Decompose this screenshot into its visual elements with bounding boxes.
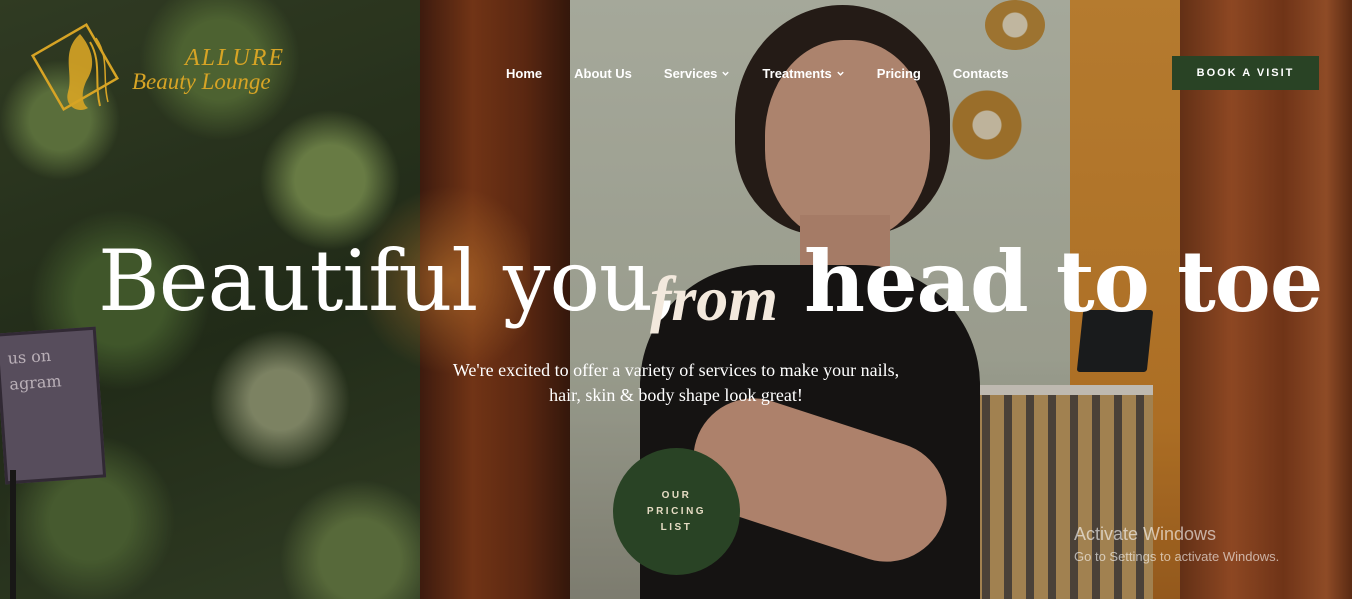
headline-part-1: Beautiful you,: [98, 232, 679, 330]
headline-script-word: from: [650, 263, 778, 334]
watermark-subtitle: Go to Settings to activate Windows.: [1074, 549, 1280, 564]
subtext-line-1: We're excited to offer a variety of serv…: [452, 360, 900, 380]
nav-label: Contacts: [952, 65, 1009, 81]
subtext-line-2: hair, skin & body shape look great!: [549, 385, 803, 405]
watermark-title: Activate Windows: [1074, 524, 1217, 544]
book-a-visit-button[interactable]: BOOK A VISIT: [1172, 56, 1319, 90]
logo-silhouette-icon: [30, 22, 120, 112]
brand-title: ALLURE: [185, 45, 286, 71]
nav-item-services[interactable]: Services: [664, 66, 731, 81]
nav-label: Services: [663, 65, 718, 81]
chevron-down-icon: [722, 71, 730, 76]
nav-label: Pricing: [876, 65, 921, 81]
pricing-list-button[interactable]: OUR PRICING LIST: [613, 448, 740, 575]
nav-item-about-us[interactable]: About Us: [574, 66, 632, 81]
nav-item-treatments[interactable]: Treatments: [762, 66, 844, 81]
chevron-down-icon: [837, 71, 844, 76]
nav-item-contacts[interactable]: Contacts: [953, 66, 1009, 81]
nav-item-pricing[interactable]: Pricing: [877, 66, 921, 81]
hero-subtext: We're excited to offer a variety of serv…: [426, 358, 926, 408]
windows-activation-watermark: Activate Windows Go to Settings to activ…: [1074, 524, 1279, 564]
pricing-list-label: OUR PRICING LIST: [646, 489, 707, 533]
hero-headline: Beautiful you, from head to toe: [98, 232, 1323, 342]
nav-label: Treatments: [762, 65, 832, 81]
brand-logo[interactable]: ALLURE Beauty Lounge: [30, 22, 300, 122]
headline-part-2: head to toe: [804, 232, 1323, 331]
main-nav: Home About Us Services Treatments Pricin…: [506, 63, 1040, 83]
nav-label: About Us: [574, 65, 632, 81]
nav-label: Home: [506, 65, 543, 81]
nav-item-home[interactable]: Home: [506, 66, 542, 81]
brand-subtitle: Beauty Lounge: [132, 69, 271, 94]
